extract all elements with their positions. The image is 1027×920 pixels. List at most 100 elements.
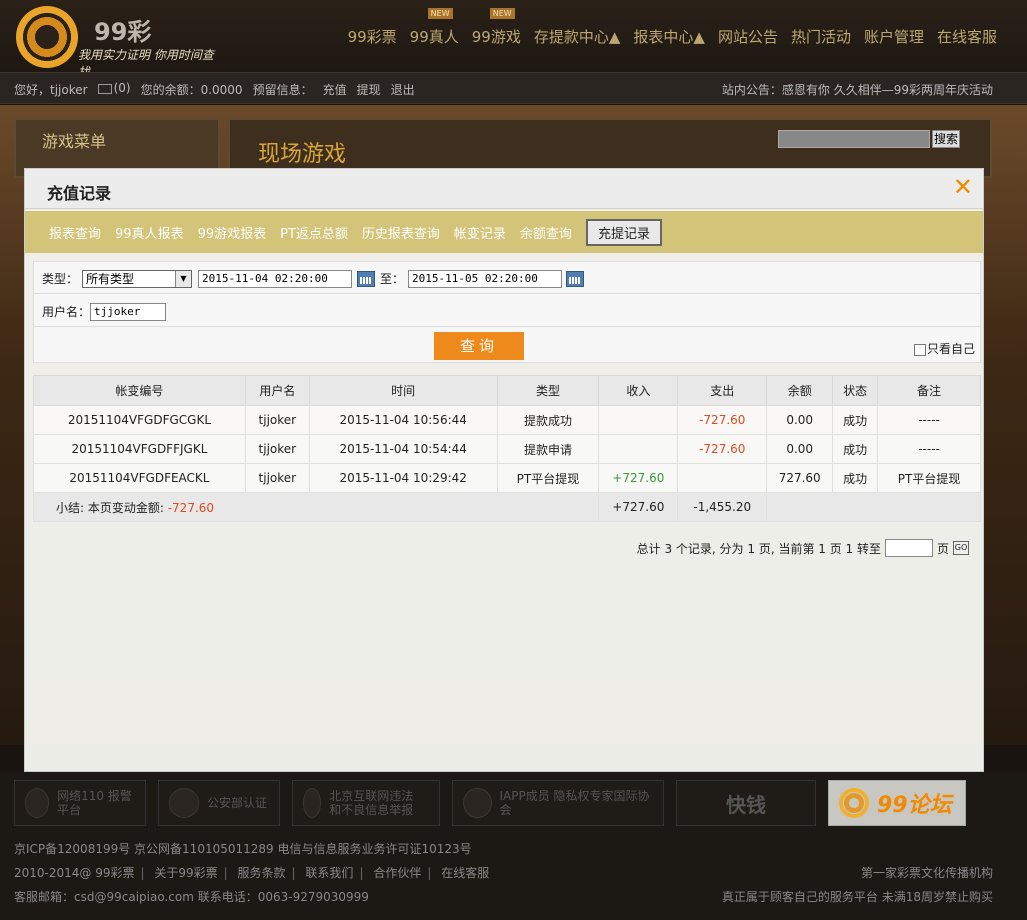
nav-item-label: 报表中心▲ [633,28,705,46]
site-search-input[interactable] [778,130,930,148]
close-icon[interactable]: ✕ [953,175,973,199]
table-cell: PT平台提现 [496,463,600,493]
only-self-checkbox[interactable]: 只看自己 [914,340,975,357]
about-link[interactable]: 关于99彩票 [154,866,217,880]
table-cell: -727.60 [677,434,768,464]
recharge-link[interactable]: 充值 [323,81,347,98]
summary-label: 小结: 本页变动金额: -727.60 [32,492,600,522]
table-cell: PT平台提现 [877,463,981,493]
contact-info: 客服邮箱：csd@99caipiao.com 联系电话：0063-9279030… [14,890,369,904]
mail-count: (0) [113,81,131,95]
terms-link[interactable]: 服务条款 [238,866,286,880]
tab[interactable]: 报表查询 [49,223,101,242]
go-button[interactable]: GO [953,541,969,555]
nav-item[interactable]: 在线客服 [937,26,997,47]
checkbox-icon [914,343,926,356]
nav-item-label: 热门活动 [790,28,851,46]
reserve-info: 预留信息： [252,83,313,97]
start-date-input[interactable]: 2015-11-04 02:20:00 [198,270,352,288]
nav-item[interactable]: 账户管理 [864,26,924,47]
page-jump-input[interactable] [884,539,933,557]
table-row: 20151104VFGDFEACKL tjjoker 2015-11-04 10:2… [33,463,981,493]
tab[interactable]: 99游戏报表 [198,223,267,242]
badge-police-cert[interactable]: 公安部认证 [158,780,280,826]
mail-icon [97,83,112,94]
site-search-button[interactable]: 搜索 [932,130,960,148]
col-header: 收入 [598,375,679,406]
badge-report[interactable]: 北京互联网违法 和不良信息举报 [292,780,440,826]
dialog-header: 充值记录 ✕ [25,169,983,209]
nav-item[interactable]: 99彩票 [348,26,397,47]
calendar-icon[interactable] [357,271,375,287]
logo-icon [16,6,78,68]
table-cell: 提款成功 [496,405,600,435]
shield-icon [169,788,199,818]
chevron-down-icon: ▼ [175,271,191,287]
table-cell: -727.60 [677,405,768,435]
table-cell: 727.60 [766,463,834,493]
table-row: 20151104VFGDFGCGKL tjjoker 2015-11-04 10:5… [33,405,981,435]
table-cell: tjjoker [244,463,310,493]
calendar-icon[interactable] [566,271,584,287]
nav-item[interactable]: 存提款中心▲ [534,26,621,47]
table-cell: 2015-11-04 10:29:42 [308,463,498,493]
table-cell: 成功 [832,434,879,464]
badge-forum[interactable]: 99论坛 [828,780,966,826]
table-cell [598,405,679,435]
type-select[interactable]: 所有类型 ▼ [82,270,192,288]
nav-item[interactable]: 热门活动 [791,26,851,47]
dialog-title: 充值记录 [47,184,112,203]
table-cell: ----- [877,405,981,435]
nav-item-label: 99真人 [409,28,459,46]
mail-link[interactable]: (0) [97,81,131,98]
col-header: 状态 [832,375,879,406]
end-date-input[interactable]: 2015-11-05 02:20:00 [408,270,562,288]
tab[interactable]: 余额查询 [520,223,572,242]
username-input[interactable]: tjjoker [90,303,166,321]
site-notice[interactable]: 站内公告：感恩有你 久久相伴—99彩两周年庆活动 [722,81,993,98]
report-icon [303,788,322,818]
tab[interactable]: 历史报表查询 [362,223,440,242]
contact-link[interactable]: 联系我们 [305,866,353,880]
badge-kuaiqian[interactable]: 快钱 [676,780,816,826]
table-cell: tjjoker [244,405,310,435]
forum-logo-icon [839,788,869,818]
tab[interactable]: PT返点总额 [280,223,348,242]
summary-income: +727.60 [598,492,679,522]
table-row: 20151104VFGDFFJGKL tjjoker 2015-11-04 10:5… [33,434,981,464]
logout-link[interactable]: 退出 [391,81,415,98]
withdraw-link[interactable]: 提现 [357,81,381,98]
col-header: 备注 [877,375,981,406]
col-header: 支出 [677,375,768,406]
username-label: 用户名： [42,305,91,319]
nav-item[interactable]: 99游戏 NEW [471,8,521,47]
nav-item-label: 99游戏 [471,28,521,46]
col-header: 时间 [308,375,498,406]
balance: 您的余额：0.0000 [140,83,243,97]
tab[interactable]: 帐变记录 [454,223,506,242]
user-bar: 您好，tjjoker (0) 您的余额：0.0000 预留信息： 充值 提现 退… [0,72,1027,104]
partners-link[interactable]: 合作伙伴 [373,866,421,880]
table-cell: ----- [877,434,981,464]
nav-item[interactable]: 报表中心▲ [633,26,705,47]
table-cell [677,463,768,493]
badge-110[interactable]: 网络110 报警平台 [14,780,146,826]
records-table: 帐变编号 用户名 时间 类型 收入 支出 余额 状态 备注 20151104VF… [32,375,981,522]
tab[interactable]: 充提记录 [585,218,662,246]
icp-info: 京ICP备12008199号 京公网备110105011289 电信与信息服务业… [14,842,472,856]
badge-iapp[interactable]: IAPP成员 隐私权专家国际协会 [452,780,664,826]
col-header: 帐变编号 [33,375,246,406]
summary-label-text: 小结: 本页变动金额: [56,500,168,515]
nav-item[interactable]: 网站公告 [718,26,778,47]
support-link[interactable]: 在线客服 [441,866,489,880]
recharge-records-dialog: 充值记录 ✕ 报表查询 99真人报表 99游戏报表 PT返点总额 历史报表查询 帐变记录余… [24,168,984,772]
logo[interactable]: 99彩 我用实力证明 你用时间查找 [16,4,216,79]
type-select-value: 所有类型 [86,272,135,286]
table-cell: 2015-11-04 10:56:44 [308,405,498,435]
query-button[interactable]: 查询 [434,332,524,360]
col-header: 余额 [766,375,834,406]
tab[interactable]: 99真人报表 [115,223,184,242]
footer-links: 2010-2014@ 99彩票 | 关于99彩票 | 服务条款 | 联系我们 | 合作伙… [14,866,490,880]
table-cell: 0.00 [766,405,834,435]
nav-item[interactable]: 99真人 NEW [409,8,459,47]
